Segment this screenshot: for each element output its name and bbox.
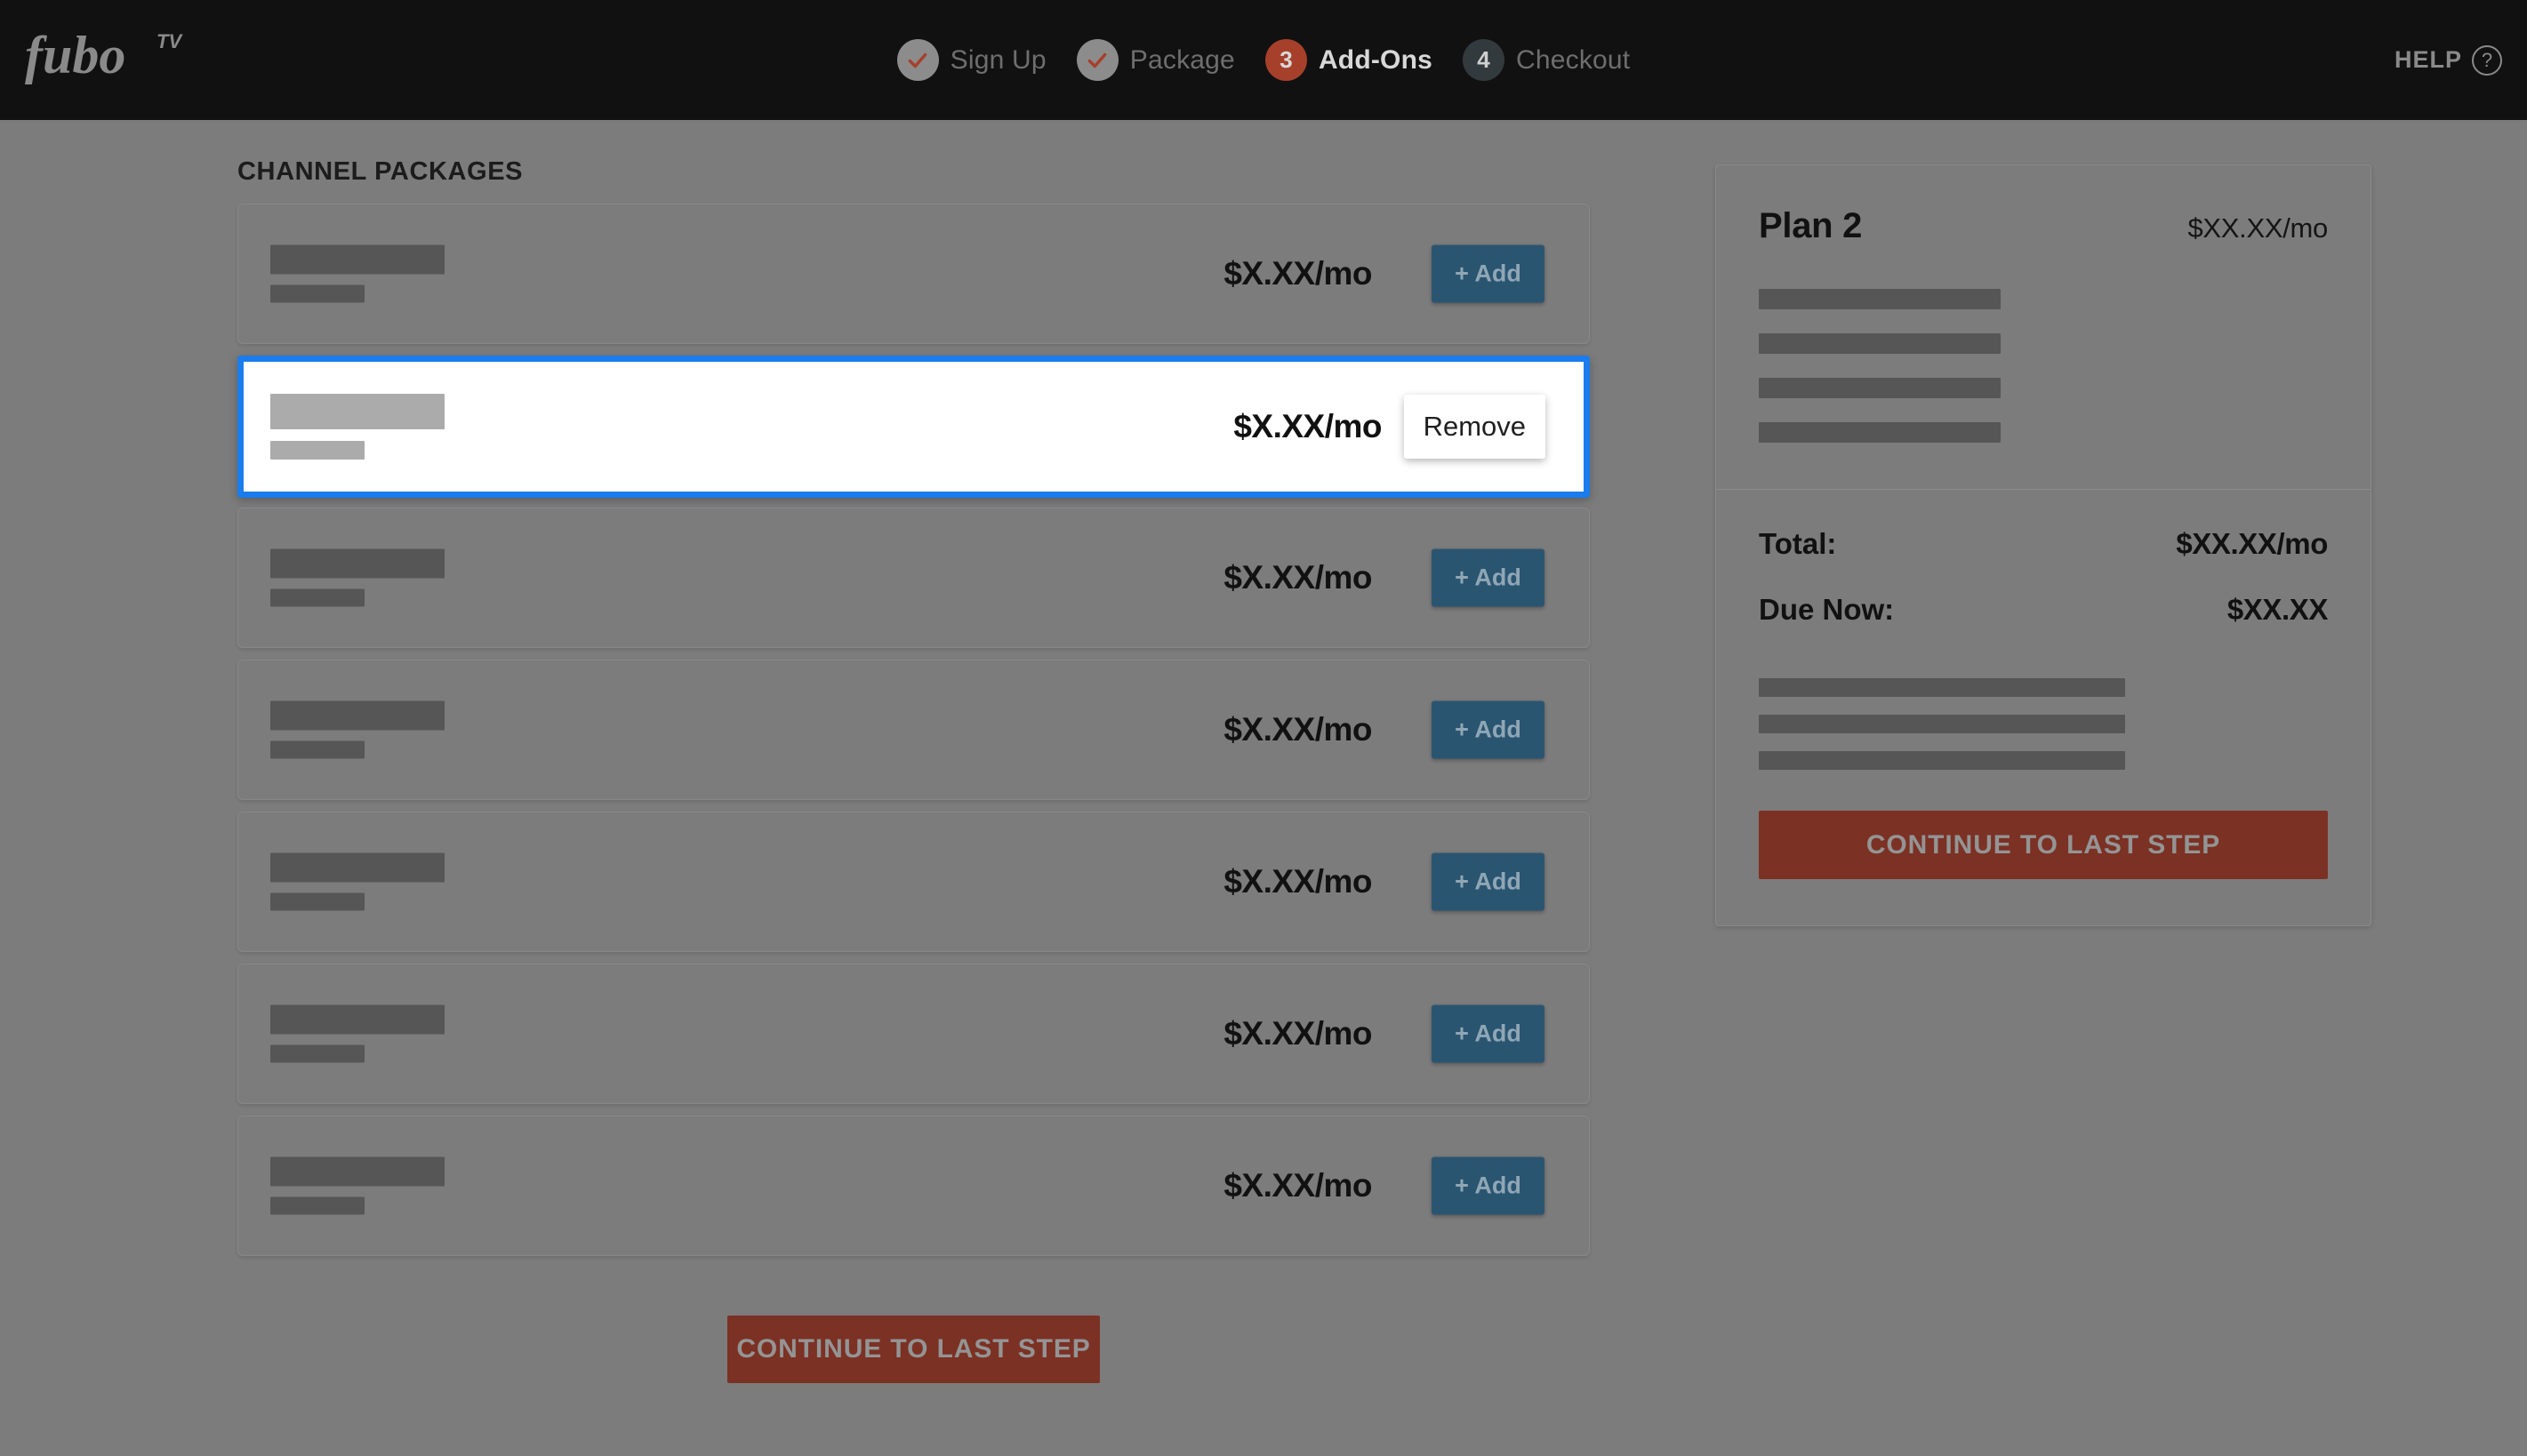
package-row[interactable]: $X.XX/mo + Add xyxy=(237,660,1590,800)
plan-header: Plan 2 $XX.XX/mo xyxy=(1716,165,2371,246)
add-package-button[interactable]: + Add xyxy=(1432,1004,1544,1063)
package-price: $X.XX/mo xyxy=(1223,711,1372,748)
package-title-placeholder xyxy=(270,1004,445,1035)
page-body: CHANNEL PACKAGES $X.XX/mo + Add $X.XX/mo… xyxy=(0,120,2527,1456)
add-package-button[interactable]: + Add xyxy=(1432,244,1544,303)
package-subtitle-placeholder xyxy=(270,1044,365,1063)
step-2-label: Package xyxy=(1129,44,1235,75)
add-package-button[interactable]: + Add xyxy=(1432,548,1544,607)
package-row[interactable]: $X.XX/mo + Add xyxy=(237,1116,1590,1256)
package-row-selected[interactable]: $X.XX/mo Remove xyxy=(237,356,1590,498)
package-info-placeholder xyxy=(270,700,445,759)
help-button[interactable]: HELP ? xyxy=(2395,0,2502,120)
channel-packages-list: $X.XX/mo + Add $X.XX/mo Remove $X.XX/mo … xyxy=(237,204,1590,1268)
totals-section: Total: $XX.XX/mo Due Now: $XX.XX xyxy=(1716,490,2371,627)
due-now-value: $XX.XX xyxy=(2226,593,2329,626)
step-package[interactable]: Package xyxy=(1076,39,1235,81)
package-row[interactable]: $X.XX/mo + Add xyxy=(237,964,1590,1104)
step-1-circle xyxy=(896,39,939,81)
continue-to-last-step-button-sidebar[interactable]: CONTINUE TO LAST STEP xyxy=(1759,811,2328,879)
step-1-label: Sign Up xyxy=(950,44,1047,75)
order-summary-card: Plan 2 $XX.XX/mo Total: $XX.XX/mo Due No… xyxy=(1715,164,2371,926)
package-info-placeholder xyxy=(270,1156,445,1215)
check-icon xyxy=(1087,52,1107,68)
fineprint-line-placeholder xyxy=(1759,751,2125,770)
package-info-placeholder xyxy=(270,394,445,460)
package-title-placeholder xyxy=(270,244,445,275)
step-4-circle: 4 xyxy=(1463,39,1504,81)
app-header: fubo TV Sign Up Package 3 Add-Ons 4 Chec… xyxy=(0,0,2527,120)
plan-feature-placeholder xyxy=(1759,422,2001,443)
package-price: $X.XX/mo xyxy=(1223,863,1372,900)
plan-features-placeholder xyxy=(1716,246,2371,489)
add-package-button[interactable]: + Add xyxy=(1432,700,1544,759)
question-circle-icon: ? xyxy=(2472,44,2502,76)
remove-package-button[interactable]: Remove xyxy=(1403,395,1545,459)
due-now-row: Due Now: $XX.XX xyxy=(1759,593,2328,627)
plan-name: Plan 2 xyxy=(1759,206,1863,245)
summary-cta-container: CONTINUE TO LAST STEP xyxy=(1716,770,2371,925)
package-title-placeholder xyxy=(270,1156,445,1187)
total-label: Total: xyxy=(1759,527,1837,560)
due-now-label: Due Now: xyxy=(1759,593,1895,626)
package-info-placeholder xyxy=(270,852,445,911)
package-price: $X.XX/mo xyxy=(1223,255,1372,292)
add-package-button[interactable]: + Add xyxy=(1432,1156,1544,1215)
plan-feature-placeholder xyxy=(1759,333,2001,354)
total-row: Total: $XX.XX/mo xyxy=(1759,527,2328,561)
package-info-placeholder xyxy=(270,244,445,303)
step-3-circle: 3 xyxy=(1264,39,1307,81)
package-title-placeholder xyxy=(270,700,445,731)
plan-feature-placeholder xyxy=(1759,289,2001,309)
step-checkout[interactable]: 4 Checkout xyxy=(1463,39,1630,81)
package-subtitle-placeholder xyxy=(270,740,365,759)
check-icon xyxy=(908,52,927,68)
step-3-label: Add-Ons xyxy=(1318,44,1432,75)
summary-fineprint-placeholder xyxy=(1716,659,2371,770)
package-row[interactable]: $X.XX/mo + Add xyxy=(237,812,1590,952)
fineprint-line-placeholder xyxy=(1759,678,2125,697)
help-label: HELP xyxy=(2394,46,2462,73)
bottom-cta-container: CONTINUE TO LAST STEP xyxy=(237,1316,1590,1383)
package-price: $X.XX/mo xyxy=(1233,408,1382,444)
package-subtitle-placeholder xyxy=(270,284,365,303)
step-2-circle xyxy=(1076,39,1119,81)
step-add-ons[interactable]: 3 Add-Ons xyxy=(1264,39,1432,81)
package-subtitle-placeholder xyxy=(270,1196,365,1215)
package-title-placeholder xyxy=(270,548,445,579)
package-row[interactable]: $X.XX/mo + Add xyxy=(237,508,1590,648)
checkout-progress-steps: Sign Up Package 3 Add-Ons 4 Checkout xyxy=(0,0,2527,120)
package-price: $X.XX/mo xyxy=(1223,1167,1372,1204)
step-sign-up[interactable]: Sign Up xyxy=(896,39,1047,81)
package-subtitle-placeholder xyxy=(270,588,365,607)
step-4-label: Checkout xyxy=(1516,44,1631,75)
fineprint-line-placeholder xyxy=(1759,715,2125,733)
package-info-placeholder xyxy=(270,548,445,607)
add-package-button[interactable]: + Add xyxy=(1432,852,1544,911)
package-title-placeholder xyxy=(270,852,445,883)
package-price: $X.XX/mo xyxy=(1223,559,1372,596)
package-subtitle-placeholder xyxy=(270,892,365,911)
page-title: CHANNEL PACKAGES xyxy=(237,157,524,186)
package-price: $X.XX/mo xyxy=(1223,1015,1372,1052)
package-row[interactable]: $X.XX/mo + Add xyxy=(237,204,1590,344)
package-title-placeholder xyxy=(270,394,445,429)
plan-price: $XX.XX/mo xyxy=(2187,212,2328,244)
continue-to-last-step-button-bottom[interactable]: CONTINUE TO LAST STEP xyxy=(727,1316,1100,1383)
package-subtitle-placeholder xyxy=(270,441,365,460)
total-value: $XX.XX/mo xyxy=(2176,527,2328,560)
plan-feature-placeholder xyxy=(1759,378,2001,398)
package-info-placeholder xyxy=(270,1004,445,1063)
